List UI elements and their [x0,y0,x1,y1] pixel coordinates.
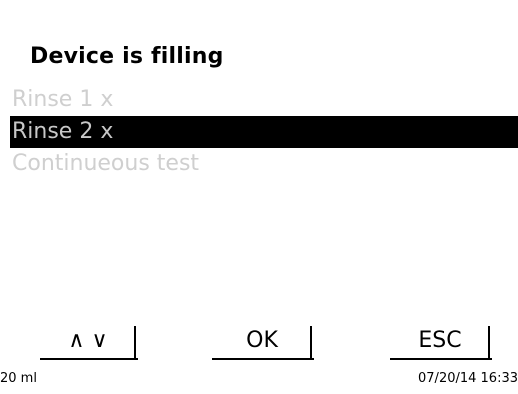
menu-item-rinse-1x[interactable]: Rinse 1 x [0,84,518,116]
datetime-status: 07/20/14 16:33 [418,371,518,386]
softkey-divider [488,326,490,360]
menu-list: Rinse 1 x Rinse 2 x Continueous test [0,84,518,180]
page-title: Device is filling [30,44,224,69]
up-down-arrows-icon: ∧ ∨ [68,328,108,353]
softkey-underline [212,358,314,360]
softkey-divider [134,326,136,360]
menu-item-rinse-2x[interactable]: Rinse 2 x [10,116,518,148]
softkey-underline [40,358,138,360]
esc-softkey[interactable]: ESC [390,326,492,360]
softkey-divider [310,326,312,360]
softkey-underline [390,358,492,360]
ok-label: OK [246,328,278,353]
volume-status: 20 ml [0,371,37,386]
up-down-softkey[interactable]: ∧ ∨ [40,326,138,360]
menu-item-continuous-test[interactable]: Continueous test [0,148,518,180]
ok-softkey[interactable]: OK [212,326,314,360]
esc-label: ESC [418,328,462,353]
